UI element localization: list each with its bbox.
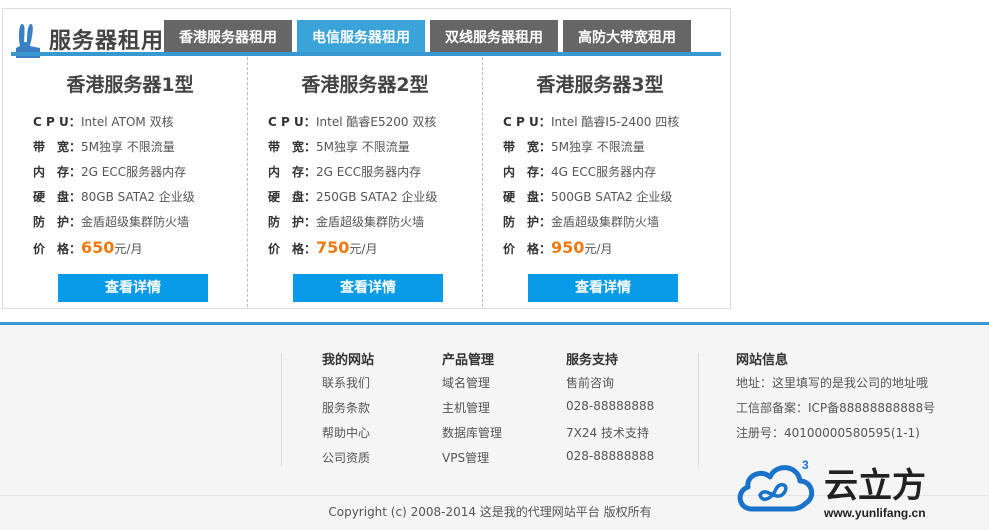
spec-price: 价 格：950元/月 xyxy=(503,238,613,257)
server-title: 香港服务器3型 xyxy=(536,74,664,96)
footer-address: 地址：这里填写的是我公司的地址哦 xyxy=(736,376,929,390)
tab-high-defense-server[interactable]: 高防大带宽租用 xyxy=(563,20,691,53)
footer-col-title: 网站信息 xyxy=(736,353,789,368)
footer-link[interactable]: 7X24 技术支持 xyxy=(566,424,654,443)
spec-memory: 内 存：2G ECC服务器内存 xyxy=(33,165,187,179)
server-rental-panel: 服务器租用 香港服务器租用 电信服务器租用 双线服务器租用 高防大带宽租用 香港… xyxy=(2,8,731,309)
footer-col-support: 服务支持 售前咨询 028-88888888 7X24 技术支持 028-888… xyxy=(566,349,654,468)
footer-col-product: 产品管理 域名管理 主机管理 数据库管理 VPS管理 xyxy=(442,349,502,468)
footer-col-title: 我的网站 xyxy=(322,353,375,368)
section-title: 服务器租用 xyxy=(49,29,165,54)
tab-telecom-server[interactable]: 电信服务器租用 xyxy=(297,20,425,53)
footer-divider xyxy=(698,353,699,467)
footer-link[interactable]: 联系我们 xyxy=(322,374,374,393)
price-value: 750 xyxy=(316,238,350,257)
title-underline xyxy=(11,52,721,56)
footer-link[interactable]: 售前咨询 xyxy=(566,374,654,393)
spec-bandwidth: 带 宽：5M独享 不限流量 xyxy=(268,140,410,154)
spec-price: 价 格：650元/月 xyxy=(33,238,143,257)
footer-link[interactable]: 028-88888888 xyxy=(566,399,654,418)
spec-protection: 防 护：金盾超级集群防火墙 xyxy=(33,215,190,229)
spec-disk: 硬 盘：250GB SATA2 企业级 xyxy=(268,190,438,204)
tab-bar: 香港服务器租用 电信服务器租用 双线服务器租用 高防大带宽租用 xyxy=(164,20,696,53)
spec-bandwidth: 带 宽：5M独享 不限流量 xyxy=(33,140,175,154)
spec-bandwidth: 带 宽：5M独享 不限流量 xyxy=(503,140,645,154)
tab-hk-server[interactable]: 香港服务器租用 xyxy=(164,20,292,53)
footer-icp: 工信部备案：ICP备88888888888号 xyxy=(736,401,936,415)
spec-memory: 内 存：4G ECC服务器内存 xyxy=(503,165,657,179)
cloud-logo-icon: 3 云立方 www.yunlifang.cn xyxy=(737,458,926,520)
server-card-3: 香港服务器3型 C P U：Intel 酷睿I5-2400 四核 带 宽：5M独… xyxy=(482,57,716,307)
spec-disk: 硬 盘：500GB SATA2 企业级 xyxy=(503,190,673,204)
spec-memory: 内 存：2G ECC服务器内存 xyxy=(268,165,422,179)
view-details-button[interactable]: 查看详情 xyxy=(528,274,678,302)
view-details-button[interactable]: 查看详情 xyxy=(58,274,208,302)
server-title: 香港服务器1型 xyxy=(66,74,194,96)
server-title: 香港服务器2型 xyxy=(301,74,429,96)
spec-cpu: C P U：Intel 酷睿E5200 双核 xyxy=(268,115,437,129)
yunlifang-logo: 3 云立方 www.yunlifang.cn xyxy=(732,451,982,526)
price-value: 650 xyxy=(81,238,115,257)
logo-name: 云立方 xyxy=(824,466,926,506)
footer-col-my-site: 我的网站 联系我们 服务条款 帮助中心 公司资质 xyxy=(322,349,374,468)
view-details-button[interactable]: 查看详情 xyxy=(293,274,443,302)
footer-divider xyxy=(281,353,282,467)
spec-protection: 防 护：金盾超级集群防火墙 xyxy=(268,215,425,229)
footer-col-title: 服务支持 xyxy=(566,353,619,368)
footer-reg-no: 注册号：40100000580595(1-1) xyxy=(736,426,920,440)
spec-protection: 防 护：金盾超级集群防火墙 xyxy=(503,215,660,229)
server-card-2: 香港服务器2型 C P U：Intel 酷睿E5200 双核 带 宽：5M独享 … xyxy=(247,57,481,307)
footer-col-title: 产品管理 xyxy=(442,353,495,368)
footer-link[interactable]: 数据库管理 xyxy=(442,424,502,443)
server-card-1: 香港服务器1型 C P U：Intel ATOM 双核 带 宽：5M独享 不限流… xyxy=(13,57,247,307)
footer-link[interactable]: 主机管理 xyxy=(442,399,502,418)
footer-link[interactable]: 公司资质 xyxy=(322,449,374,468)
price-value: 950 xyxy=(551,238,585,257)
footer-col-info: 网站信息 地址：这里填写的是我公司的地址哦 工信部备案：ICP备88888888… xyxy=(736,349,935,443)
footer-link[interactable]: 帮助中心 xyxy=(322,424,374,443)
spec-disk: 硬 盘：80GB SATA2 企业级 xyxy=(33,190,195,204)
tab-dual-line-server[interactable]: 双线服务器租用 xyxy=(430,20,558,53)
logo-superscript: 3 xyxy=(802,458,809,472)
footer-link[interactable]: 域名管理 xyxy=(442,374,502,393)
spec-price: 价 格：750元/月 xyxy=(268,238,378,257)
footer-link[interactable]: VPS管理 xyxy=(442,449,502,468)
spec-cpu: C P U：Intel 酷睿I5-2400 四核 xyxy=(503,115,680,129)
spec-cpu: C P U：Intel ATOM 双核 xyxy=(33,115,174,129)
site-footer: 我的网站 联系我们 服务条款 帮助中心 公司资质 产品管理 域名管理 主机管理 … xyxy=(0,322,989,530)
footer-link[interactable]: 028-88888888 xyxy=(566,449,654,468)
logo-url: www.yunlifang.cn xyxy=(823,506,926,520)
footer-link[interactable]: 服务条款 xyxy=(322,399,374,418)
